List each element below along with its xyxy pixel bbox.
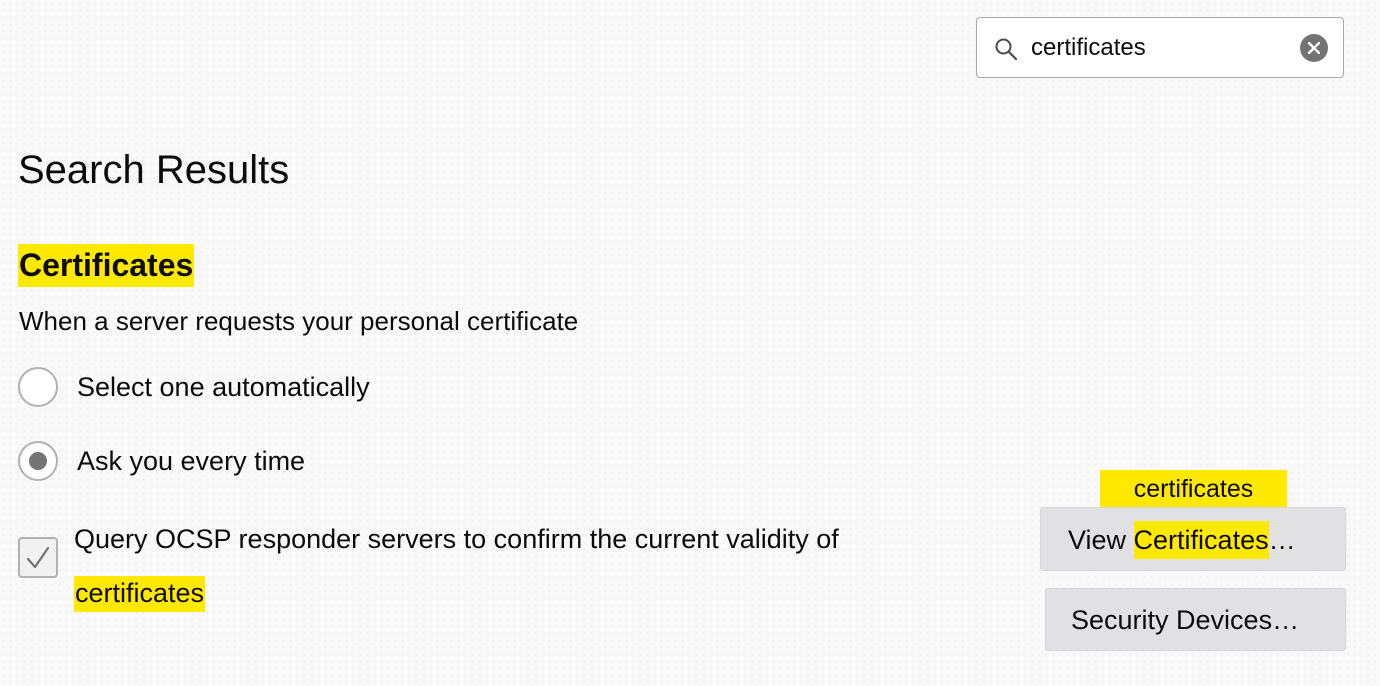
view-label-prefix: View: [1068, 525, 1134, 555]
search-icon: [995, 38, 1018, 61]
radio-button-selected[interactable]: [18, 441, 58, 481]
section-description: When a server requests your personal cer…: [19, 306, 579, 336]
tooltip-text: certificates: [1133, 475, 1254, 503]
view-certificates-label: View Certificates…: [1068, 520, 1296, 560]
search-box[interactable]: [976, 17, 1344, 78]
radio-dot: [29, 452, 47, 470]
radio-label: Ask you every time: [77, 446, 306, 476]
close-icon: [1308, 42, 1320, 54]
ocsp-highlight-word: certificates: [74, 576, 206, 612]
search-input[interactable]: [1031, 30, 1267, 66]
clear-search-button[interactable]: [1300, 34, 1328, 62]
page-title: Search Results: [18, 148, 290, 192]
ocsp-checkbox[interactable]: [18, 537, 58, 578]
radio-label: Select one automatically: [77, 372, 370, 402]
checkmark-icon: [26, 546, 50, 569]
radio-button[interactable]: [18, 367, 58, 407]
security-devices-button[interactable]: Security Devices…: [1045, 588, 1346, 651]
view-label-suffix: …: [1268, 525, 1296, 555]
ocsp-label: Query OCSP responder servers to confirm …: [74, 512, 994, 620]
view-label-highlight: Certificates: [1133, 521, 1269, 559]
view-certificates-button[interactable]: View Certificates…: [1040, 507, 1346, 571]
search-highlight-tooltip: certificates: [1100, 470, 1287, 519]
section-title-certificates: Certificates: [18, 244, 195, 287]
ocsp-label-text: Query OCSP responder servers to confirm …: [74, 524, 839, 554]
security-devices-label: Security Devices…: [1071, 605, 1300, 635]
